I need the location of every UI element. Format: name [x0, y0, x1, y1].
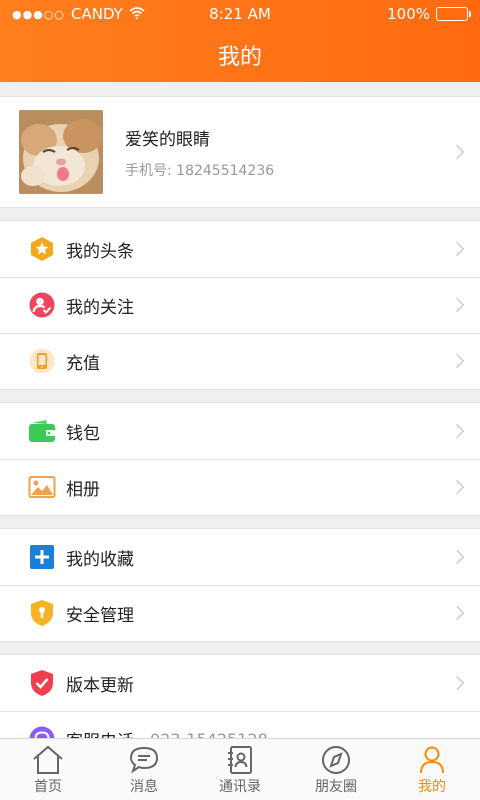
user-check-icon	[28, 291, 56, 319]
profile-name: 爱笑的眼睛	[125, 129, 210, 150]
menu-item-headlines[interactable]: 我的头条	[0, 221, 480, 277]
tab-moments[interactable]: 朋友圈	[288, 739, 384, 800]
page-title: 我的	[217, 45, 262, 70]
bottom-tab-bar: 首页 消息 通讯录 朋友圈 我的	[0, 738, 480, 800]
profile-card[interactable]: 爱笑的眼睛 手机号: 18245514236	[0, 96, 480, 208]
menu-group-2: 钱包 相册	[0, 402, 480, 516]
menu-item-update[interactable]: 版本更新	[0, 655, 480, 711]
menu-label: 客服电话	[66, 727, 134, 739]
battery-icon	[436, 7, 471, 21]
tab-contacts[interactable]: 通讯录	[192, 739, 288, 800]
chevron-right-icon	[449, 241, 465, 257]
tab-me[interactable]: 我的	[384, 739, 480, 800]
user-icon	[420, 746, 444, 774]
chat-bubble-icon	[129, 746, 159, 774]
menu-item-security[interactable]: 安全管理	[0, 585, 480, 641]
contacts-book-icon	[228, 746, 252, 774]
menu-label: 安全管理	[66, 605, 134, 626]
menu-item-follow[interactable]: 我的关注	[0, 277, 480, 333]
star-badge-icon	[28, 235, 56, 263]
avatar[interactable]	[19, 110, 103, 194]
shield-lock-icon	[28, 599, 56, 627]
chevron-right-icon	[449, 353, 465, 369]
menu-label: 我的头条	[66, 241, 134, 262]
tab-messages[interactable]: 消息	[96, 739, 192, 800]
menu-group-1: 我的头条 我的关注 充值	[0, 220, 480, 390]
tab-label: 朋友圈	[315, 779, 357, 795]
phone-icon	[28, 347, 56, 375]
tab-label: 首页	[34, 779, 62, 795]
carrier-name: CANDY	[71, 5, 123, 23]
status-bar: ●●●○○ CANDY 8:21 AM 100%	[0, 0, 480, 28]
menu-item-favorites[interactable]: 我的收藏	[0, 529, 480, 585]
main-content: 爱笑的眼睛 手机号: 18245514236 我的头条 我的关注 充值 钱包 相…	[0, 82, 480, 738]
menu-label: 版本更新	[66, 675, 134, 696]
chevron-right-icon	[449, 549, 465, 565]
menu-group-3: 我的收藏 安全管理	[0, 528, 480, 642]
wifi-icon	[129, 5, 145, 23]
menu-label: 我的收藏	[66, 549, 134, 570]
menu-label: 充值	[66, 353, 100, 374]
tab-home[interactable]: 首页	[0, 739, 96, 800]
service-number: 023-15425128	[150, 730, 268, 739]
image-icon	[28, 473, 56, 501]
tab-label: 通讯录	[219, 779, 261, 795]
tab-label: 消息	[130, 779, 158, 795]
battery-percent: 100%	[387, 5, 430, 23]
compass-icon	[322, 746, 350, 774]
shield-check-icon	[28, 669, 56, 697]
chevron-right-icon	[449, 479, 465, 495]
chevron-right-icon	[449, 675, 465, 691]
top-header: ●●●○○ CANDY 8:21 AM 100% 我的	[0, 0, 480, 82]
wallet-icon	[28, 417, 56, 445]
profile-phone: 手机号: 18245514236	[125, 162, 275, 179]
menu-item-wallet[interactable]: 钱包	[0, 403, 480, 459]
chevron-right-icon	[449, 144, 465, 160]
home-icon	[33, 745, 63, 774]
menu-group-4: 版本更新 客服电话 023-15425128	[0, 654, 480, 738]
menu-label: 我的关注	[66, 297, 134, 318]
chevron-right-icon	[449, 423, 465, 439]
menu-item-recharge[interactable]: 充值	[0, 333, 480, 389]
menu-item-album[interactable]: 相册	[0, 459, 480, 515]
chevron-right-icon	[449, 297, 465, 313]
signal-strength: ●●●○○	[12, 7, 65, 21]
chevron-right-icon	[449, 605, 465, 621]
headset-icon	[28, 725, 56, 738]
tab-label: 我的	[418, 779, 446, 795]
menu-label: 相册	[66, 479, 100, 500]
plus-icon	[28, 543, 56, 571]
menu-label: 钱包	[66, 423, 100, 444]
menu-item-service[interactable]: 客服电话 023-15425128	[0, 711, 480, 738]
